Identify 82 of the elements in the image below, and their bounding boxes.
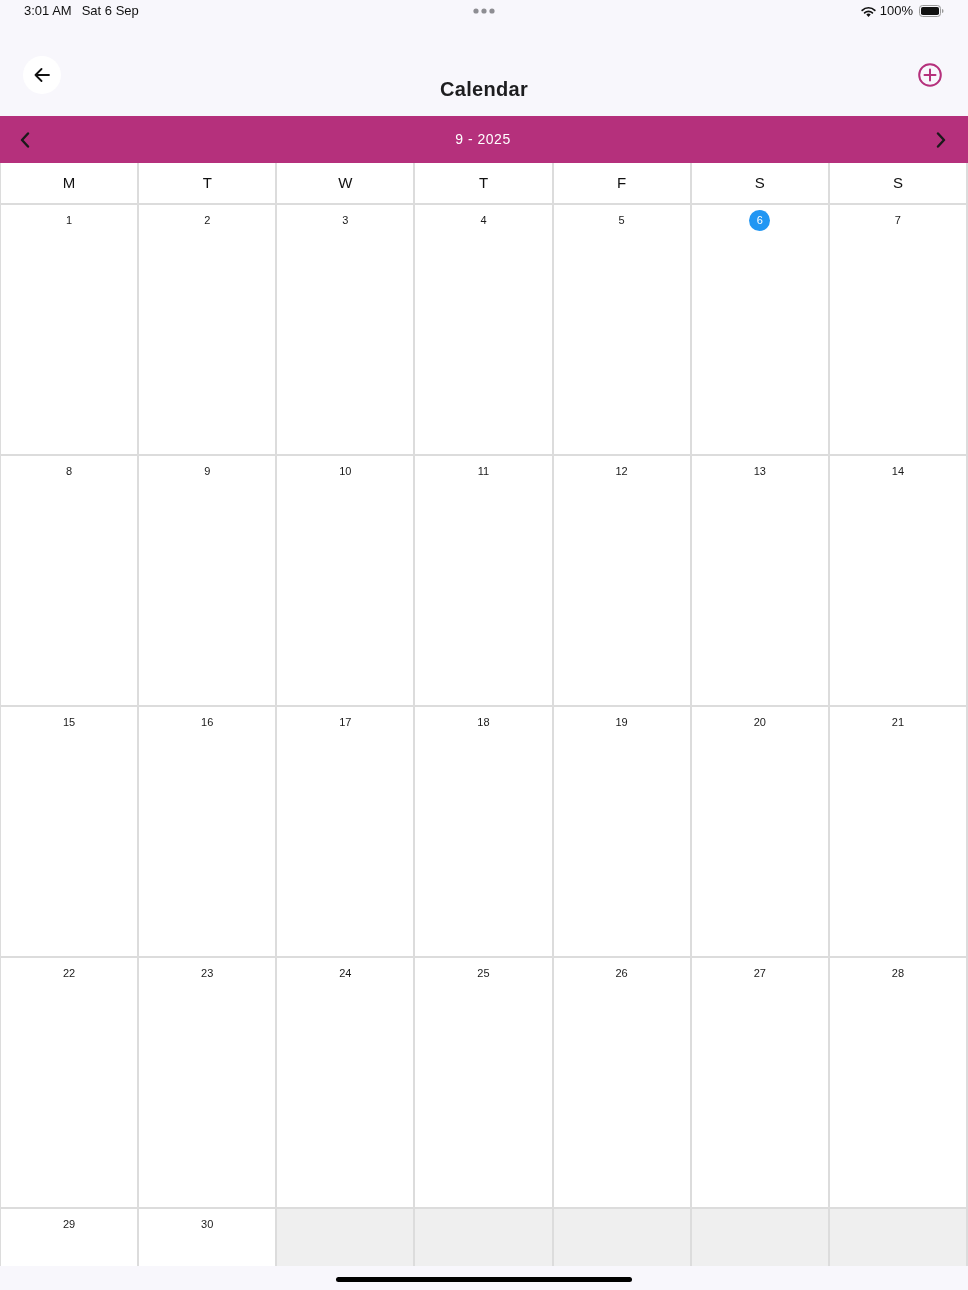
day-cell[interactable]: 30 (139, 1209, 276, 1266)
day-cell[interactable]: 9 (139, 456, 276, 705)
day-cell[interactable]: 12 (553, 456, 690, 705)
day-number: 17 (339, 715, 352, 730)
day-number: 21 (891, 715, 905, 730)
day-cell[interactable]: 20 (691, 707, 828, 956)
day-cell[interactable]: 10 (277, 456, 414, 705)
weekday-header: F (553, 163, 690, 203)
day-number: 4 (480, 213, 487, 228)
day-number: 10 (339, 464, 352, 479)
day-number: 9 (204, 464, 211, 479)
day-number: 3 (342, 213, 349, 228)
day-cell[interactable]: 18 (415, 707, 552, 956)
weekday-header: S (691, 163, 828, 203)
day-cell[interactable]: 19 (553, 707, 690, 956)
previous-month-button[interactable] (18, 130, 32, 149)
day-number: 12 (615, 464, 628, 479)
day-cell[interactable]: 15 (1, 707, 138, 956)
next-month-button[interactable] (934, 130, 948, 149)
day-cell[interactable]: 14 (829, 456, 966, 705)
day-cell[interactable]: 24 (277, 958, 414, 1207)
battery-icon (919, 5, 944, 17)
day-number: 18 (477, 715, 490, 730)
day-number: 23 (201, 966, 214, 981)
day-number: 8 (66, 464, 73, 479)
battery-percent: 100% (879, 2, 913, 21)
day-number: 15 (62, 715, 76, 730)
day-cell[interactable]: 2 (139, 205, 276, 454)
day-cell[interactable]: 25 (415, 958, 552, 1207)
day-number: 14 (891, 464, 905, 479)
day-cell[interactable]: 28 (829, 958, 966, 1207)
status-time: 3:01 AM (24, 2, 72, 21)
day-cell[interactable]: 22 (1, 958, 138, 1207)
day-cell[interactable]: 11 (415, 456, 552, 705)
day-number: 13 (753, 464, 766, 479)
wifi-icon (860, 5, 876, 17)
day-cell[interactable]: 21 (829, 707, 966, 956)
day-cell[interactable]: 8 (1, 456, 138, 705)
day-cell[interactable]: 27 (691, 958, 828, 1207)
day-cell[interactable]: 7 (829, 205, 966, 454)
weekday-header: T (415, 163, 552, 203)
weekday-header: T (139, 163, 276, 203)
day-number: 16 (201, 715, 214, 730)
day-number: 24 (339, 966, 352, 981)
day-number: 11 (477, 464, 490, 479)
status-date: Sat 6 Sep (81, 2, 139, 21)
day-cell[interactable]: 29 (1, 1209, 138, 1266)
plus-circle-icon (918, 63, 942, 87)
day-number: 5 (618, 213, 625, 228)
weekday-header: S (829, 163, 966, 203)
day-number: 25 (477, 966, 490, 981)
day-cell[interactable]: 26 (553, 958, 690, 1207)
chevron-right-icon (936, 131, 946, 148)
add-button[interactable] (918, 63, 942, 87)
day-number: 29 (62, 1217, 76, 1232)
day-number: 6 (749, 210, 771, 231)
day-number: 20 (753, 715, 766, 730)
month-label: 9 - 2025 (455, 130, 511, 149)
day-number: 30 (201, 1217, 214, 1232)
back-button[interactable] (23, 56, 61, 94)
day-number: 2 (204, 213, 211, 228)
day-cell[interactable]: 3 (277, 205, 414, 454)
day-number: 28 (891, 966, 905, 981)
day-cell[interactable]: 1 (1, 205, 138, 454)
day-cell[interactable]: 13 (691, 456, 828, 705)
day-number: 7 (894, 213, 901, 228)
day-number: 19 (615, 715, 628, 730)
day-cell[interactable]: 16 (139, 707, 276, 956)
day-number: 27 (753, 966, 766, 981)
day-number: 26 (615, 966, 628, 981)
more-dots-icon[interactable] (473, 8, 495, 14)
weekday-header: W (277, 163, 414, 203)
day-cell[interactable]: 23 (139, 958, 276, 1207)
chevron-left-icon (20, 131, 30, 148)
page-title: Calendar (440, 77, 528, 102)
weekday-header: M (1, 163, 138, 203)
day-cell[interactable]: 4 (415, 205, 552, 454)
day-cell[interactable]: 17 (277, 707, 414, 956)
day-cell[interactable]: 5 (553, 205, 690, 454)
day-number: 22 (62, 966, 76, 981)
arrow-left-icon (34, 68, 50, 82)
day-number: 1 (66, 213, 73, 228)
